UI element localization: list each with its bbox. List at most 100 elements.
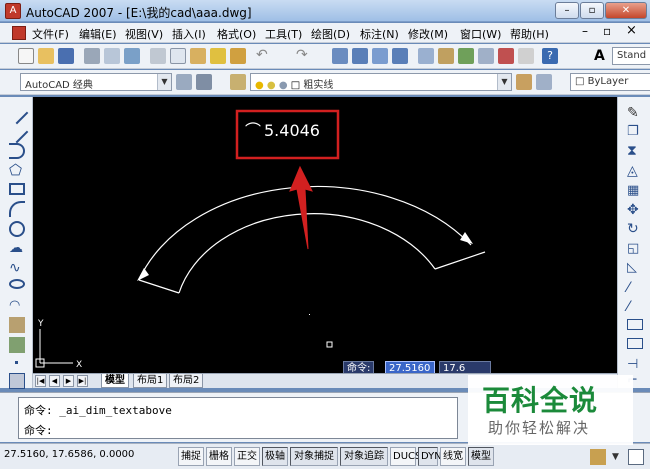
properties-icon[interactable] [418, 48, 434, 64]
lineweight-toggle[interactable]: 线宽 [440, 447, 466, 466]
workspace-settings-icon[interactable] [176, 74, 192, 90]
tab-layout2[interactable]: 布局2 [169, 374, 204, 388]
copy-icon[interactable] [170, 48, 186, 64]
print-icon[interactable] [84, 48, 100, 64]
calculator-icon[interactable] [518, 48, 534, 64]
first-tab-icon[interactable]: |◀ [35, 375, 46, 387]
ellipse-icon[interactable] [9, 279, 25, 289]
otrack-toggle[interactable]: 对象追踪 [340, 447, 388, 466]
offset-icon[interactable]: ◬ [627, 163, 643, 179]
layer-manager-icon[interactable] [230, 74, 246, 90]
markup-icon[interactable] [498, 48, 514, 64]
match-properties-icon[interactable] [210, 48, 226, 64]
menu-dimension[interactable]: 标注(N) [360, 26, 399, 42]
menu-insert[interactable]: 插入(I) [172, 26, 206, 42]
redo-icon[interactable]: ↷ [296, 48, 312, 64]
polygon-icon[interactable]: ⬠ [9, 162, 25, 178]
layer-dropdown[interactable]: ● ● ● □ 粗实线 ▼ [250, 73, 512, 91]
sheet-set-icon[interactable] [478, 48, 494, 64]
save-icon[interactable] [58, 48, 74, 64]
hatch-icon[interactable] [9, 373, 25, 389]
cut-icon[interactable] [150, 48, 166, 64]
dynamic-input-y[interactable]: 17.6 [439, 361, 491, 373]
document-icon[interactable] [12, 26, 26, 40]
menu-window[interactable]: 窗口(W) [460, 26, 501, 42]
insert-block-icon[interactable] [9, 317, 25, 333]
point-icon[interactable] [15, 361, 18, 364]
menu-edit[interactable]: 编辑(E) [79, 26, 117, 42]
text-style-icon[interactable]: A [594, 48, 610, 64]
menu-help[interactable]: 帮助(H) [510, 26, 549, 42]
revision-cloud-icon[interactable]: ☁ [9, 240, 25, 256]
model-toggle[interactable]: 模型 [468, 447, 494, 466]
construction-line-icon[interactable] [5, 120, 29, 144]
command-history[interactable]: 命令: _ai_dim_textabove 命令: [18, 397, 458, 439]
doc-minimize-button[interactable]: – [582, 24, 588, 38]
spline-icon[interactable]: ∿ [9, 260, 25, 276]
plot-preview-icon[interactable] [104, 48, 120, 64]
minimize-button[interactable]: – [555, 2, 579, 19]
tab-layout1[interactable]: 布局1 [133, 374, 168, 388]
tab-model[interactable]: 模型 [101, 374, 129, 388]
previous-tab-icon[interactable]: ◀ [49, 375, 60, 387]
extend-icon[interactable]: ⁄ [627, 299, 643, 315]
undo-icon[interactable]: ↶ [256, 48, 272, 64]
circle-icon[interactable] [9, 221, 25, 237]
stretch-icon[interactable]: ◺ [627, 260, 643, 276]
break-at-point-icon[interactable] [627, 319, 643, 330]
array-icon[interactable]: ▦ [627, 183, 643, 199]
zoom-previous-icon[interactable] [392, 48, 408, 64]
menu-modify[interactable]: 修改(M) [408, 26, 448, 42]
zoom-window-icon[interactable] [372, 48, 388, 64]
snap-toggle[interactable]: 捕捉 [178, 447, 204, 466]
break-icon[interactable] [627, 338, 643, 349]
rotate-icon[interactable]: ↻ [627, 221, 643, 237]
polar-toggle[interactable]: 极轴 [262, 447, 288, 466]
close-button[interactable]: ✕ [605, 2, 647, 19]
dynamic-input-x[interactable]: 27.5160 [385, 361, 435, 373]
trim-icon[interactable]: ⁄ [627, 280, 643, 296]
block-editor-icon[interactable] [230, 48, 246, 64]
copy-object-icon[interactable]: ❐ [627, 124, 643, 140]
dyn-toggle[interactable]: DYN [418, 447, 442, 466]
open-file-icon[interactable] [38, 48, 54, 64]
grid-toggle[interactable]: 栅格 [206, 447, 232, 466]
maximize-button[interactable]: ▫ [580, 2, 604, 19]
osnap-toggle[interactable]: 对象捕捉 [290, 447, 338, 466]
save-workspace-icon[interactable] [196, 74, 212, 90]
help-icon[interactable]: ? [542, 48, 558, 64]
clean-screen-icon[interactable] [628, 449, 644, 465]
doc-close-button[interactable]: × [626, 23, 637, 38]
text-style-dropdown[interactable]: Stand [612, 47, 650, 65]
ellipse-arc-icon[interactable]: ◠ [9, 298, 25, 314]
new-file-icon[interactable] [18, 48, 34, 64]
workspace-dropdown[interactable]: AutoCAD 经典 ▼ [20, 73, 172, 91]
zoom-realtime-icon[interactable] [352, 48, 368, 64]
move-icon[interactable]: ✥ [627, 202, 643, 218]
join-icon[interactable]: ⊣ [627, 357, 643, 373]
chevron-down-icon[interactable]: ▼ [612, 449, 628, 465]
pan-icon[interactable] [332, 48, 348, 64]
command-line-2[interactable]: 命令: [24, 422, 53, 438]
ducs-toggle[interactable]: DUCS [390, 447, 421, 466]
drawing-canvas[interactable]: ⌒ 5.4046 Y X 命令: 27.5160 17.6 [33, 97, 617, 373]
arc-icon[interactable] [9, 201, 25, 217]
menu-file[interactable]: 文件(F) [32, 26, 69, 42]
menu-view[interactable]: 视图(V) [125, 26, 163, 42]
mirror-icon[interactable]: ⧗ [627, 143, 643, 159]
make-current-layer-icon[interactable] [516, 74, 532, 90]
dimension-text[interactable]: 5.4046 [264, 121, 320, 140]
rectangle-icon[interactable] [9, 183, 25, 195]
coordinate-readout[interactable]: 27.5160, 17.6586, 0.0000 [4, 449, 134, 460]
polyline-icon[interactable] [9, 143, 25, 159]
menu-format[interactable]: 格式(O) [217, 26, 256, 42]
menu-tools[interactable]: 工具(T) [265, 26, 302, 42]
last-tab-icon[interactable]: ▶| [77, 375, 88, 387]
make-block-icon[interactable] [9, 337, 25, 353]
tool-palettes-icon[interactable] [458, 48, 474, 64]
layer-previous-icon[interactable] [536, 74, 552, 90]
menu-draw[interactable]: 绘图(D) [311, 26, 350, 42]
autocad-app-icon[interactable]: A [5, 3, 21, 19]
next-tab-icon[interactable]: ▶ [63, 375, 74, 387]
color-dropdown[interactable]: □ ByLayer [570, 73, 650, 91]
